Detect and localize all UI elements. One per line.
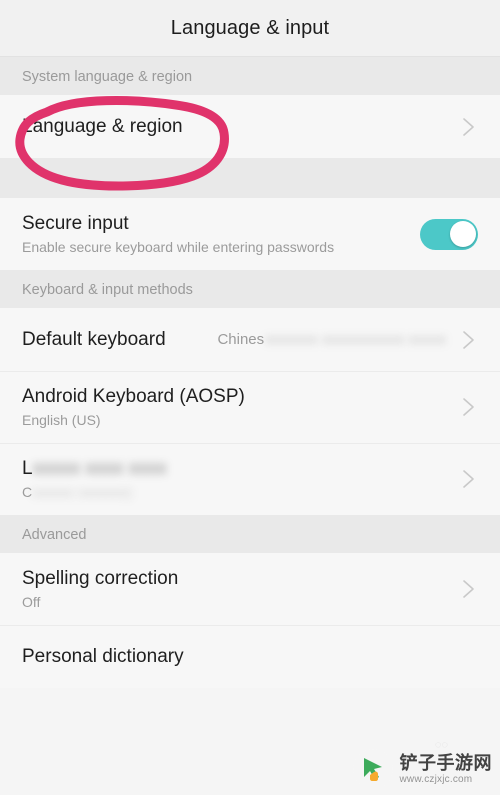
site-watermark: ◌◌ 铲子手游网 www.czjxjc.com [352, 739, 493, 789]
list-item-subtitle-redacted: Cxxxxxx xxxxxxx) [22, 484, 446, 501]
list-item-redacted-keyboard[interactable]: Lxxxxx xxxx xxxx Cxxxxxx xxxxxxx) [0, 443, 500, 515]
list-item-title: Personal dictionary [22, 645, 184, 667]
row-texts: Spelling correction Off [22, 567, 446, 611]
row-texts: Lxxxxx xxxx xxxx Cxxxxxx xxxxxxx) [22, 457, 446, 501]
row-texts: Default keyboard [22, 328, 217, 352]
row-texts: Secure input Enable secure keyboard whil… [22, 212, 406, 256]
chevron-right-icon [458, 327, 478, 353]
watermark-site-name: 铲子手游网 [399, 752, 492, 773]
section-rows-system-language: Language & region [0, 95, 500, 158]
watermark-site-url: www.czjxjc.com [399, 773, 473, 785]
watermark-logo-icon [352, 749, 393, 789]
list-item-default-keyboard[interactable]: Default keyboard Chines xxxxxxx xxxxxxxx… [0, 308, 500, 371]
redaction-blur: xxxxxxx xxxxxxxxxxx xxxxx [265, 331, 446, 348]
list-item-android-keyboard-aosp[interactable]: Android Keyboard (AOSP) English (US) [0, 371, 500, 443]
chevron-right-icon [458, 394, 478, 420]
watermark-dots: ◌◌ [434, 739, 448, 751]
section-header-keyboard-input-methods: Keyboard & input methods [0, 270, 500, 308]
settings-screen: Language & input System language & regio… [0, 0, 500, 795]
list-item-title: Default keyboard [22, 328, 166, 350]
toggle-knob [449, 221, 476, 247]
list-item-title-redacted: Lxxxxx xxxx xxxx [22, 457, 446, 481]
page-title: Language & input [170, 16, 330, 39]
row-texts: Android Keyboard (AOSP) English (US) [22, 385, 446, 429]
list-item-title: Secure input [22, 213, 129, 235]
section-rows-keyboard: Default keyboard Chines xxxxxxx xxxxxxxx… [0, 308, 500, 515]
row-texts: Language & region [22, 115, 446, 139]
redaction-blur: xxxxxx xxxxxxx) [32, 483, 132, 500]
chevron-right-icon [458, 466, 478, 492]
section-spacer [0, 158, 500, 198]
list-item-value-visible: Chines [217, 331, 265, 348]
app-bar: Language & input [0, 0, 500, 57]
list-item-subtitle: Off [22, 593, 41, 610]
row-texts: Personal dictionary [22, 645, 478, 669]
section-rows-advanced: Spelling correction Off Personal diction… [0, 553, 500, 688]
list-item-spelling-correction[interactable]: Spelling correction Off [0, 553, 500, 625]
section-header-system-language: System language & region [0, 57, 500, 95]
title-visible-fragment: L [22, 458, 33, 480]
list-item-value-redacted: Chines xxxxxxx xxxxxxxxxxx xxxxx [217, 331, 446, 348]
list-item-title: Spelling correction [22, 568, 179, 590]
list-item-title: Language & region [22, 115, 183, 137]
list-item-personal-dictionary[interactable]: Personal dictionary [0, 625, 500, 688]
chevron-right-icon [458, 576, 478, 602]
subtitle-visible-fragment: C [22, 483, 33, 500]
list-item-secure-input[interactable]: Secure input Enable secure keyboard whil… [0, 198, 500, 270]
list-item-title: Android Keyboard (AOSP) [22, 386, 245, 408]
watermark-text: 铲子手游网 www.czjxjc.com [400, 754, 493, 785]
list-item-language-and-region[interactable]: Language & region [0, 95, 500, 158]
section-rows-secure-input: Secure input Enable secure keyboard whil… [0, 198, 500, 270]
section-header-advanced: Advanced [0, 515, 500, 553]
list-item-subtitle: Enable secure keyboard while entering pa… [22, 238, 335, 255]
toggle-switch-secure-input[interactable] [420, 218, 478, 250]
chevron-right-icon [458, 114, 478, 140]
list-item-subtitle: English (US) [22, 411, 101, 428]
redaction-blur: xxxxx xxxx xxxx [32, 458, 167, 480]
